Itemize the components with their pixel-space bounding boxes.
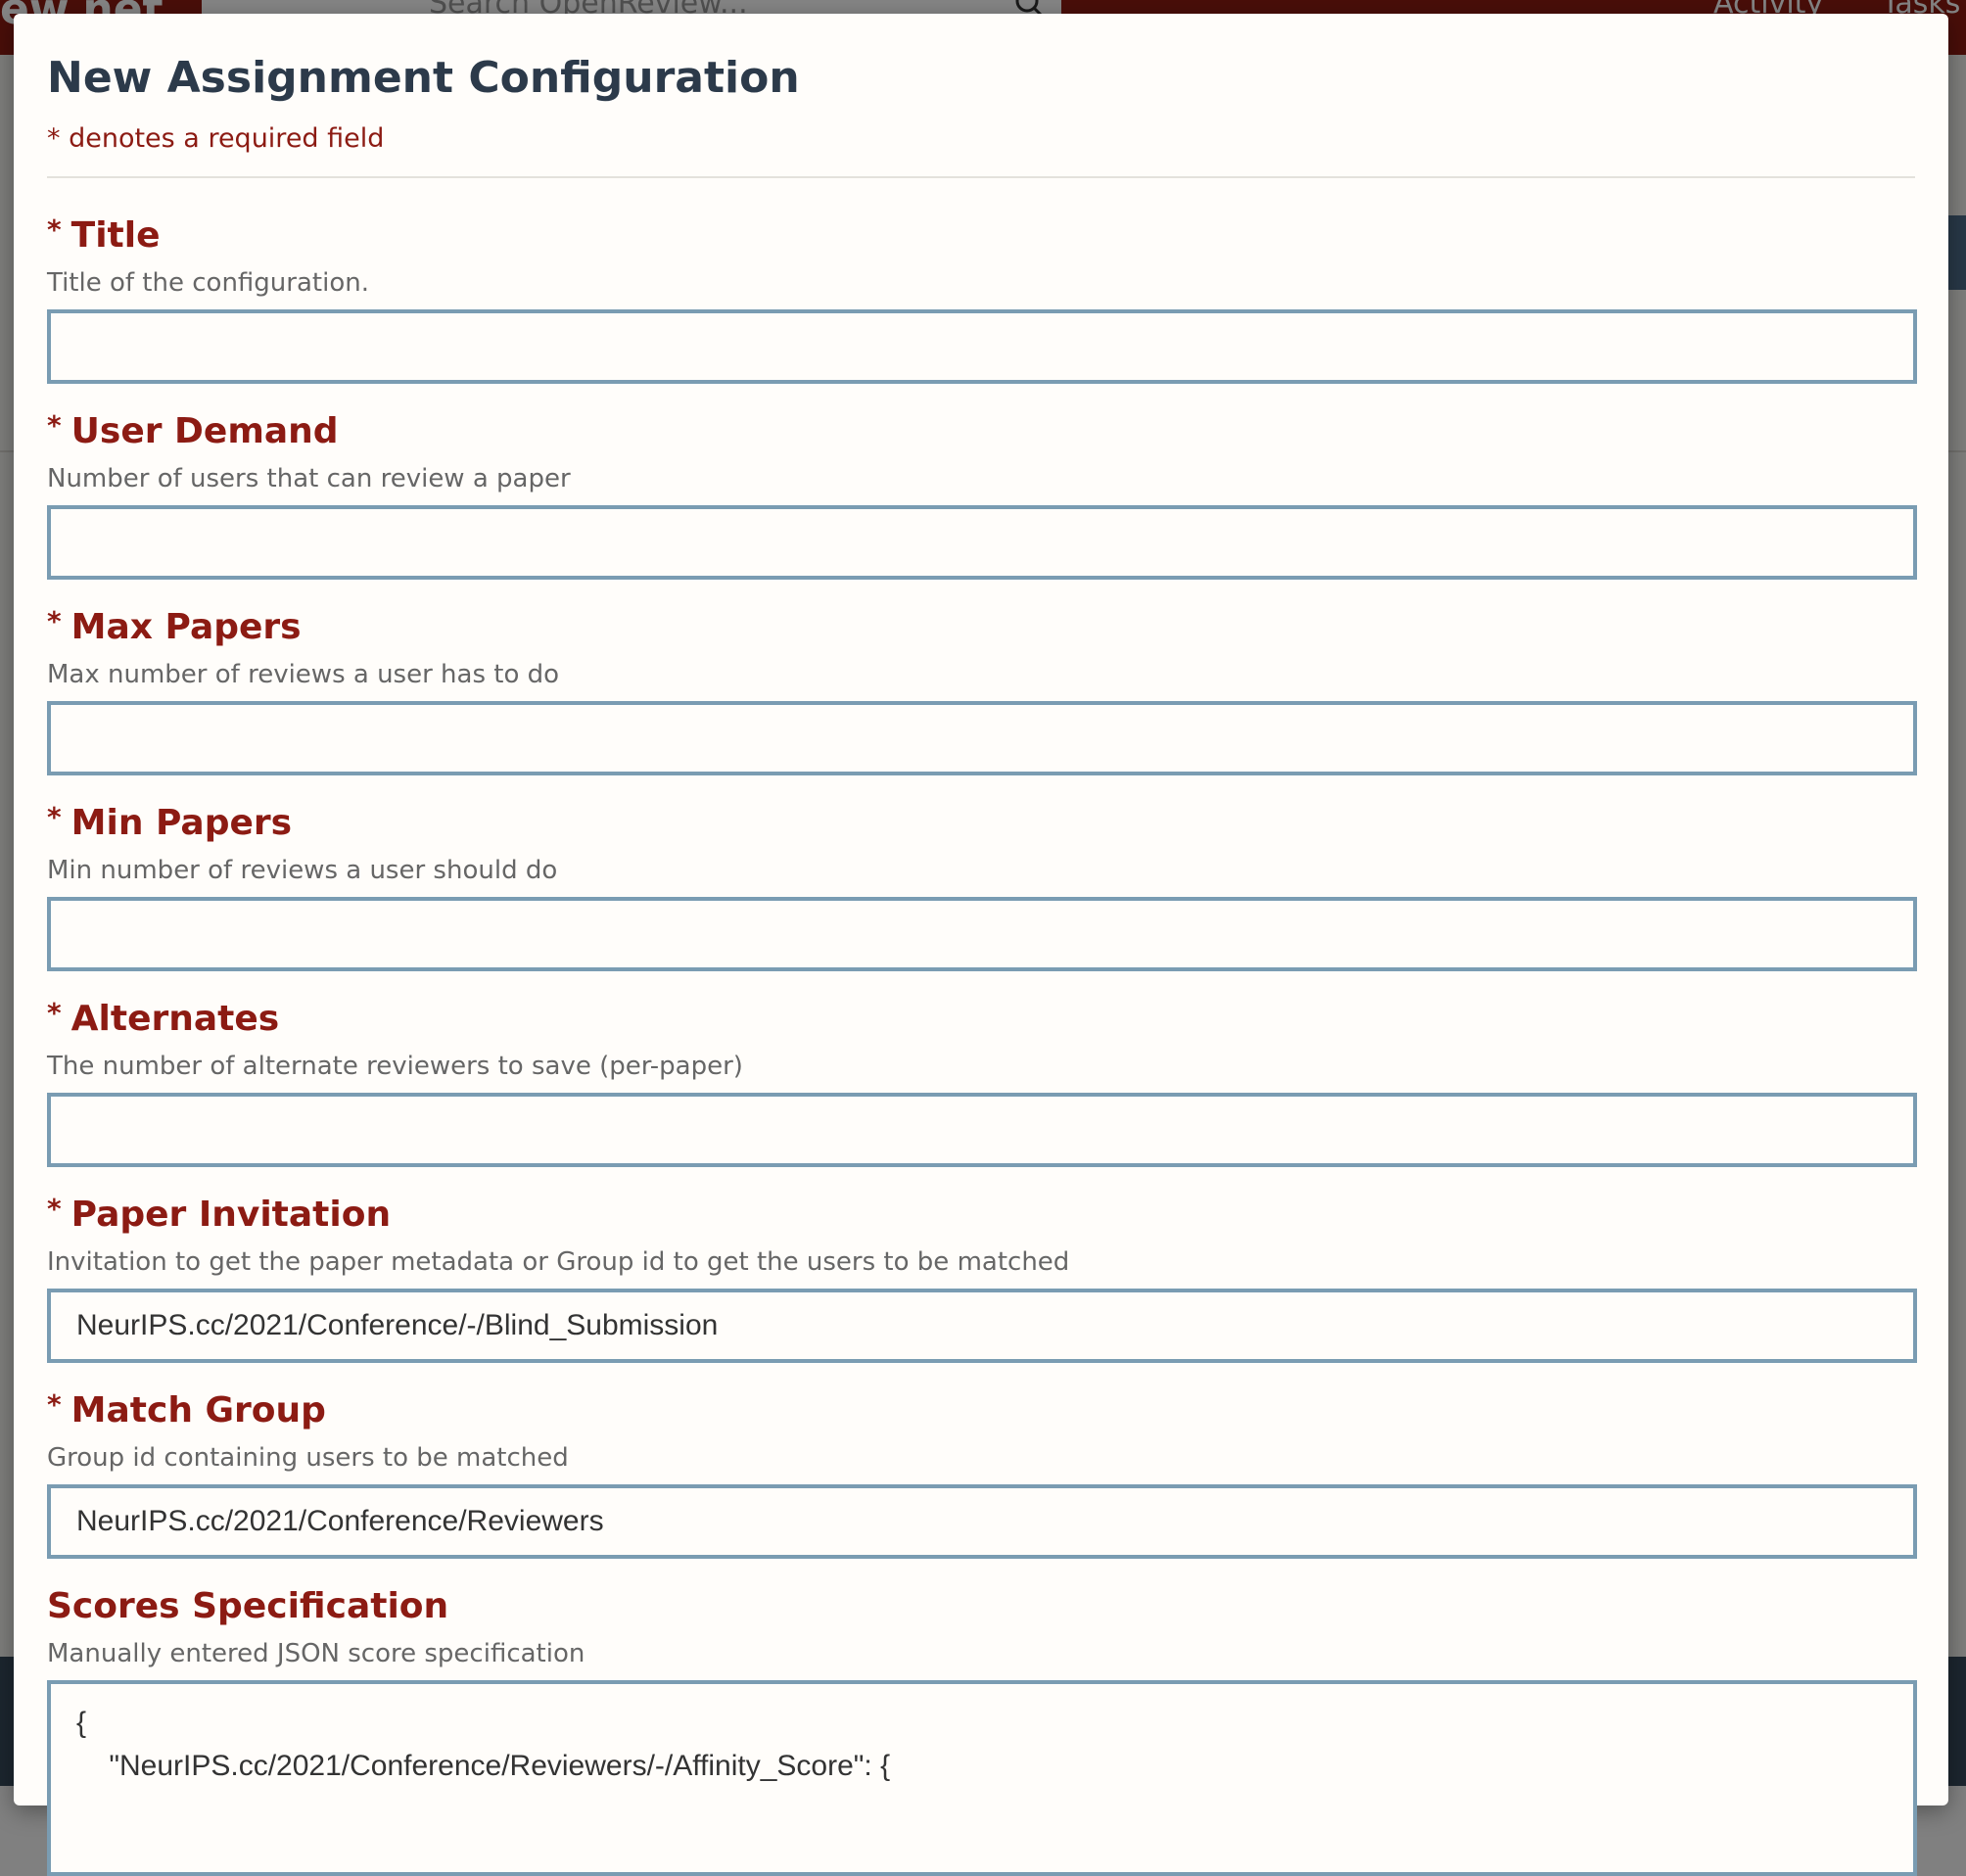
field-description: Title of the configuration. [47, 268, 369, 298]
field-label: Scores Specification [47, 1586, 449, 1626]
max-papers-input[interactable] [47, 701, 1917, 775]
required-asterisk: * [47, 1193, 62, 1225]
title-input[interactable] [47, 309, 1917, 384]
field-description: The number of alternate reviewers to sav… [47, 1052, 743, 1081]
required-asterisk: * [47, 409, 62, 442]
min-papers-input[interactable] [47, 897, 1917, 971]
field-description: Min number of reviews a user should do [47, 856, 558, 885]
field-description: Group id containing users to be matched [47, 1443, 569, 1473]
field-description: Invitation to get the paper metadata or … [47, 1247, 1070, 1277]
field-label: * Max Papers [47, 605, 302, 647]
field-label: * Min Papers [47, 801, 293, 843]
field-description: Manually entered JSON score specificatio… [47, 1639, 585, 1668]
required-asterisk: * [47, 997, 62, 1029]
required-asterisk: * [47, 213, 62, 246]
required-asterisk: * [47, 605, 62, 637]
user-demand-input[interactable] [47, 505, 1917, 580]
assignment-config-modal: New Assignment Configuration * denotes a… [14, 14, 1948, 1876]
modal-title: New Assignment Configuration [47, 53, 800, 103]
field-label: * Title [47, 213, 161, 256]
field-description: Number of users that can review a paper [47, 464, 571, 493]
alternates-input[interactable] [47, 1093, 1917, 1167]
header-divider [47, 176, 1915, 178]
field-label: * Match Group [47, 1388, 326, 1430]
paper-invitation-input[interactable] [47, 1289, 1917, 1363]
required-asterisk: * [47, 801, 62, 833]
field-label: * Paper Invitation [47, 1193, 392, 1235]
match-group-input[interactable] [47, 1484, 1917, 1559]
required-asterisk: * [47, 1388, 62, 1421]
scores-specification-textarea[interactable]: { "NeurIPS.cc/2021/Conference/Reviewers/… [47, 1680, 1917, 1876]
required-field-note: * denotes a required field [47, 123, 385, 154]
field-description: Max number of reviews a user has to do [47, 660, 560, 689]
field-label: * Alternates [47, 997, 280, 1039]
field-label: * User Demand [47, 409, 339, 451]
